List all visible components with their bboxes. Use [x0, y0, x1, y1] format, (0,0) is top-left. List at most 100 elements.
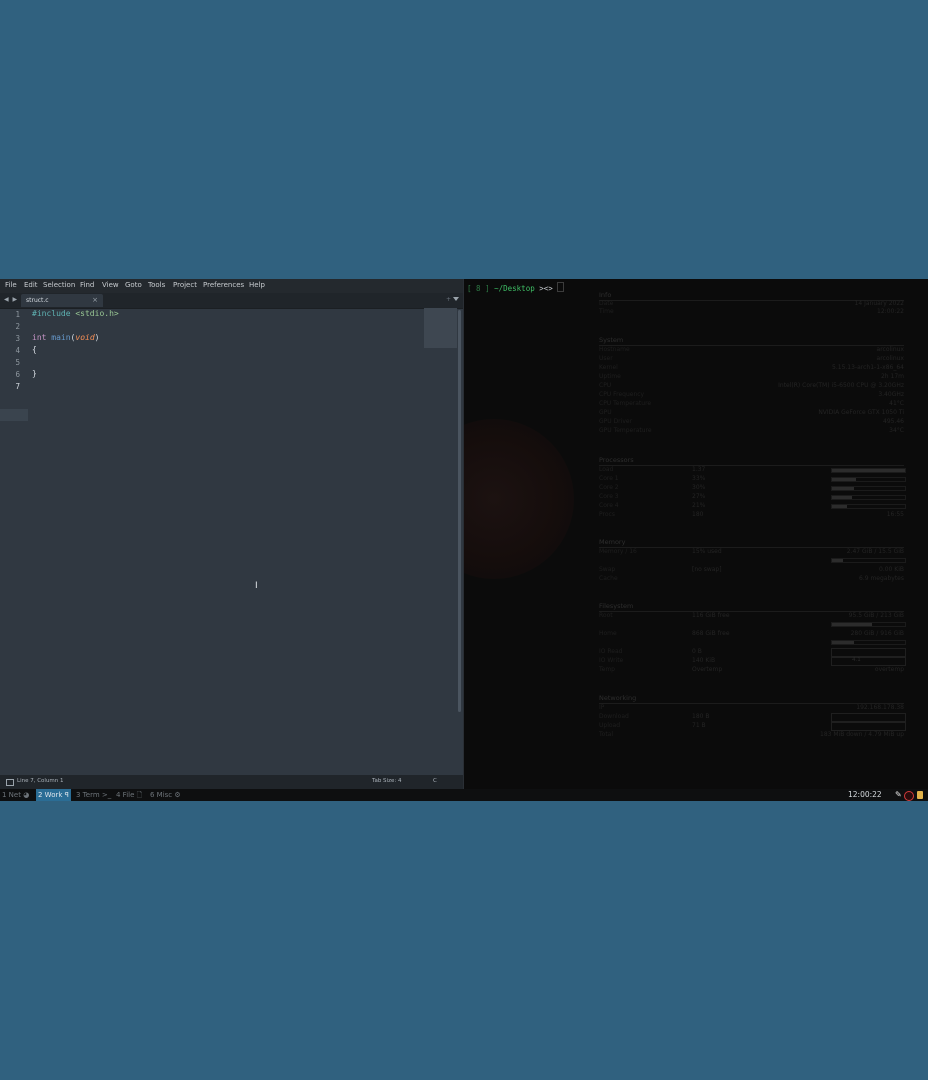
tab-label: struct.c [26, 297, 49, 304]
system-key: Hostname [599, 346, 630, 353]
preprocessor-directive: #include [32, 309, 71, 318]
menu-view[interactable]: View [102, 281, 119, 289]
system-value: NVIDIA GeForce GTX 1050 Ti [818, 409, 904, 416]
pencil-icon[interactable]: ✎ [895, 790, 902, 800]
menu-tools[interactable]: Tools [148, 281, 165, 289]
desktop-screen: File Edit Selection Find View Goto Tools… [0, 279, 928, 801]
system-key: GPU Temperature [599, 427, 652, 434]
system-key: Uptime [599, 373, 621, 380]
root-free: 116 GiB free [692, 612, 730, 619]
total-label: Total [599, 731, 614, 738]
system-key: CPU Frequency [599, 391, 645, 398]
ip-value: 192.168.178.38 [856, 704, 904, 711]
section-info: Info [599, 291, 612, 299]
io-write-graph: 4.1 [831, 657, 906, 666]
system-value: arcolinux [876, 355, 904, 362]
menu-project[interactable]: Project [173, 281, 197, 289]
home-bar-fill [832, 641, 854, 644]
cpu-key: Core 4 [599, 502, 619, 509]
menu-file[interactable]: File [5, 281, 17, 289]
io-write-graph-label: 4.1 [852, 657, 861, 663]
update-notifier-icon[interactable] [904, 791, 914, 801]
download-label: Download [599, 713, 629, 720]
section-filesystem: Filesystem [599, 602, 634, 610]
workspace-4-file[interactable]: 4 File 🗋 [114, 789, 144, 801]
new-tab-icon[interactable]: + [446, 296, 451, 303]
tab-bar: ◀ ▶ struct.c × + [0, 293, 463, 309]
system-value: 495.46 [883, 418, 904, 425]
section-processors: Processors [599, 456, 634, 464]
prompt-arrow: ><> [539, 284, 553, 293]
system-value: 2h 17m [880, 373, 904, 380]
menu-goto[interactable]: Goto [125, 281, 142, 289]
ram-label: Memory / 16 [599, 548, 637, 555]
cpu-bar-fill [832, 505, 848, 508]
clipboard-icon[interactable] [917, 791, 923, 799]
line-number: 6 [15, 370, 20, 379]
download-graph [831, 713, 906, 722]
workspace-2-work[interactable]: 2 Work ꟼ [36, 789, 71, 801]
temp-label: Temp [599, 666, 615, 673]
code-line-6: } [32, 369, 37, 378]
io-write-value: 140 KiB [692, 657, 716, 664]
home-bar [831, 640, 906, 645]
temp-status: Overtemp [692, 666, 723, 673]
system-value: Intel(R) Core(TM) i5-6500 CPU @ 3.20GHz [778, 382, 904, 389]
cpu-core-bar [831, 504, 906, 509]
cursor-position: Line 7, Column 1 [17, 778, 64, 784]
panel-toggle-icon[interactable] [6, 779, 14, 786]
panel-clock[interactable]: 12:00:22 [848, 789, 882, 801]
syntax-selector[interactable]: C [433, 778, 437, 784]
close-icon[interactable]: × [92, 296, 98, 304]
tab-nav-arrows-icon[interactable]: ◀ ▶ [4, 296, 18, 303]
upload-label: Upload [599, 722, 621, 729]
code-area[interactable]: #include <stdio.h> int main(void) { } [32, 308, 412, 775]
close-paren: ) [94, 333, 100, 342]
taskbar: 1 Net ◕ 2 Work ꟼ 3 Term >_ 4 File 🗋 6 Mi… [0, 789, 928, 801]
cpu-bar-fill [832, 487, 854, 490]
cpu-core-bar [831, 486, 906, 491]
system-value: 5.15.13-arch1-1-x86_64 [832, 364, 904, 371]
tab-size-selector[interactable]: Tab Size: 4 [372, 778, 401, 784]
workspace-1-net[interactable]: 1 Net ◕ [0, 789, 31, 801]
cpu-core-bar [831, 495, 906, 500]
ram-bar-fill [832, 559, 843, 562]
line-number: 2 [15, 322, 20, 331]
upload-graph [831, 722, 906, 731]
menu-find[interactable]: Find [80, 281, 94, 289]
tab-list-dropdown-icon[interactable] [453, 297, 459, 301]
root-usage: 95.5 GiB / 213 GiB [848, 612, 904, 619]
menu-selection[interactable]: Selection [43, 281, 75, 289]
workspace-3-term[interactable]: 3 Term >_ [74, 789, 113, 801]
line-number: 4 [15, 346, 20, 355]
temp-value: overtemp [874, 666, 904, 673]
vertical-scrollbar[interactable] [458, 310, 461, 712]
cpu-core-bar [831, 477, 906, 482]
date-label: Date [599, 300, 614, 307]
time-label: Time [599, 308, 614, 315]
cpu-bar-fill [832, 469, 905, 472]
i-beam-cursor-icon: I [255, 581, 258, 591]
minimap[interactable] [424, 308, 457, 348]
code-line-4: { [32, 345, 37, 354]
cpu-bar-fill [832, 496, 852, 499]
terminal-window[interactable]: [ 8 ] ~/Desktop ><> Info Date 14 January… [463, 279, 928, 789]
line-number-gutter: 1 2 3 4 5 6 7 [0, 308, 28, 775]
cpu-value: 1.37 [692, 466, 706, 473]
function-name: main [51, 333, 71, 342]
menu-help[interactable]: Help [249, 281, 265, 289]
workspace-6-misc[interactable]: 6 Misc ⚙ [148, 789, 183, 801]
cpu-value: 30% [692, 484, 706, 491]
root-bar-fill [832, 623, 873, 626]
system-value: 3.40GHz [878, 391, 904, 398]
menu-preferences[interactable]: Preferences [203, 281, 244, 289]
line-number: 5 [15, 358, 20, 367]
menu-edit[interactable]: Edit [24, 281, 38, 289]
home-free: 868 GiB free [692, 630, 730, 637]
io-read-value: 0 B [692, 648, 702, 655]
shell-prompt: [ 8 ] ~/Desktop ><> [467, 282, 565, 293]
root-label: Root [599, 612, 613, 619]
tab-struct-c[interactable]: struct.c × [21, 294, 103, 307]
section-system: System [599, 336, 624, 344]
time-value: 12:00:22 [877, 308, 904, 315]
